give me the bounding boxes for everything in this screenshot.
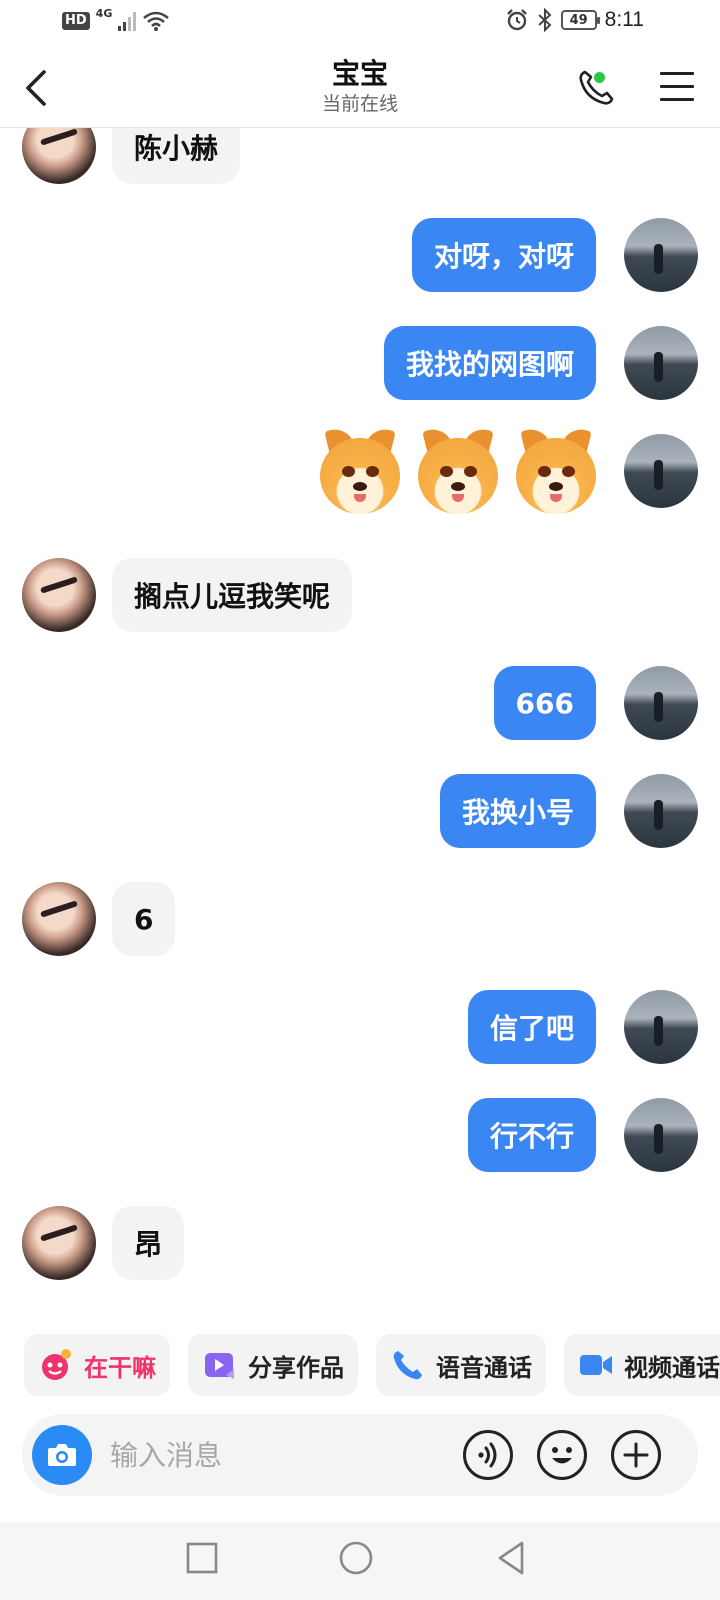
contact-avatar[interactable] bbox=[22, 558, 96, 632]
smile-face-icon bbox=[38, 1347, 74, 1383]
my-avatar[interactable] bbox=[624, 434, 698, 508]
doge-emoji-icon bbox=[320, 425, 400, 514]
voice-input-button[interactable] bbox=[462, 1429, 514, 1481]
clock: 8:11 bbox=[604, 8, 644, 31]
recents-button[interactable] bbox=[182, 1538, 222, 1578]
doge-emoji-icon bbox=[516, 425, 596, 514]
quick-action-label: 视频通话 bbox=[624, 1353, 720, 1382]
more-options-button[interactable] bbox=[610, 1429, 662, 1481]
quick-action-label: 在干嘛 bbox=[84, 1353, 156, 1382]
contact-avatar[interactable] bbox=[22, 128, 96, 184]
status-bar: HD 4G 49 8:11 bbox=[0, 0, 720, 48]
message-input[interactable] bbox=[110, 1432, 440, 1478]
alarm-icon bbox=[506, 9, 527, 31]
contact-avatar[interactable] bbox=[22, 1206, 96, 1280]
contact-avatar[interactable] bbox=[22, 882, 96, 956]
quick-actions-bar[interactable]: 在干嘛 分享作品 语音通话 视频通话 bbox=[0, 1334, 720, 1396]
message-bubble-incoming[interactable]: 陈小赫 bbox=[112, 128, 241, 184]
wifi-icon bbox=[143, 11, 170, 31]
my-avatar[interactable] bbox=[624, 990, 698, 1064]
message-input-bar bbox=[22, 1414, 698, 1496]
status-left: HD 4G bbox=[62, 6, 170, 32]
share-video-icon bbox=[202, 1347, 238, 1383]
message-bubble-outgoing[interactable]: 我找的网图啊 bbox=[383, 326, 596, 400]
quick-action-label: 语音通话 bbox=[436, 1353, 532, 1382]
doge-emoji-icon bbox=[418, 425, 498, 514]
signal-icon bbox=[118, 11, 137, 31]
message-bubble-outgoing[interactable]: 行不行 bbox=[467, 1098, 596, 1172]
home-button[interactable] bbox=[336, 1538, 376, 1578]
chat-header: 宝宝 当前在线 bbox=[0, 48, 720, 128]
status-right: 49 8:11 bbox=[505, 8, 644, 32]
hd-badge: HD bbox=[62, 12, 90, 30]
quick-action-share-works[interactable]: 分享作品 bbox=[188, 1334, 358, 1396]
message-bubble-outgoing[interactable]: 信了吧 bbox=[467, 990, 596, 1064]
battery-icon: 49 bbox=[560, 10, 600, 30]
phone-icon bbox=[390, 1347, 426, 1383]
back-nav-button[interactable] bbox=[492, 1538, 532, 1578]
message-bubble-outgoing[interactable]: 对呀，对呀 bbox=[411, 218, 596, 292]
my-avatar[interactable] bbox=[624, 774, 698, 848]
quick-action-label: 分享作品 bbox=[248, 1353, 344, 1382]
my-avatar[interactable] bbox=[624, 666, 698, 740]
message-bubble-outgoing[interactable]: 我换小号 bbox=[439, 774, 596, 848]
message-bubble-outgoing[interactable]: 666 bbox=[493, 666, 596, 740]
message-bubble-incoming[interactable]: 昂 bbox=[112, 1206, 185, 1280]
camera-button[interactable] bbox=[32, 1425, 92, 1485]
my-avatar[interactable] bbox=[624, 218, 698, 292]
network-type: 4G bbox=[95, 6, 113, 20]
message-bubble-incoming[interactable]: 搁点儿逗我笑呢 bbox=[112, 558, 353, 632]
menu-button[interactable] bbox=[660, 72, 696, 102]
my-avatar[interactable] bbox=[624, 326, 698, 400]
camera-icon bbox=[48, 1444, 76, 1466]
quick-action-whats-up[interactable]: 在干嘛 bbox=[24, 1334, 170, 1396]
emoji-button[interactable] bbox=[536, 1429, 588, 1481]
quick-action-video-call[interactable]: 视频通话 bbox=[564, 1334, 720, 1396]
video-camera-icon bbox=[578, 1347, 614, 1383]
bluetooth-icon bbox=[537, 8, 552, 32]
my-avatar[interactable] bbox=[624, 1098, 698, 1172]
system-nav-bar bbox=[0, 1522, 720, 1600]
quick-action-voice-call[interactable]: 语音通话 bbox=[376, 1334, 546, 1396]
battery-level: 49 bbox=[569, 12, 588, 28]
message-list[interactable]: 陈小赫 对呀，对呀 我找的网图啊 搁点儿逗我笑呢 666 我换小号 6 信了吧 … bbox=[0, 128, 720, 1288]
emoji-message[interactable] bbox=[320, 425, 596, 514]
online-dot bbox=[594, 72, 605, 83]
message-bubble-incoming[interactable]: 6 bbox=[112, 882, 176, 956]
